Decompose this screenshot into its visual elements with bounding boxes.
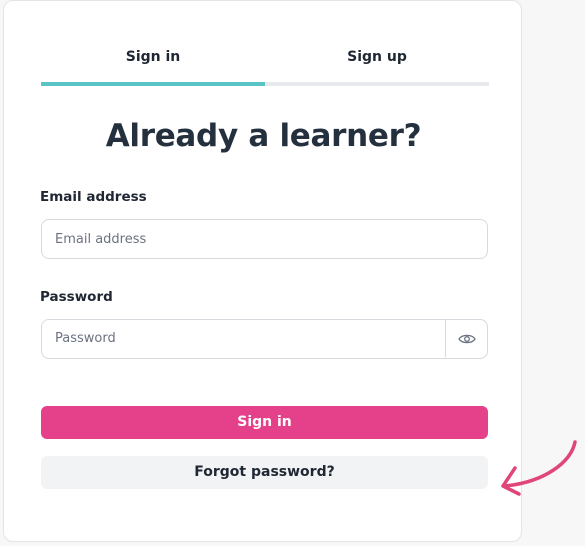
sign-in-card: Sign in Sign up Already a learner? Email…	[3, 0, 522, 542]
email-field[interactable]	[41, 219, 488, 259]
forgot-password-button[interactable]: Forgot password?	[41, 456, 488, 489]
password-field-group	[41, 319, 488, 359]
eye-icon	[457, 334, 476, 343]
password-field[interactable]	[42, 320, 445, 357]
active-tab-indicator	[41, 82, 265, 86]
password-label: Password	[40, 289, 113, 305]
curved-arrow-icon	[501, 440, 577, 496]
toggle-password-visibility-button[interactable]	[445, 320, 487, 357]
tab-sign-in[interactable]: Sign in	[41, 49, 265, 65]
page-title: Already a learner?	[105, 118, 422, 154]
email-label: Email address	[40, 189, 147, 205]
auth-tabs: Sign in Sign up	[41, 1, 489, 87]
tab-sign-up[interactable]: Sign up	[265, 49, 489, 65]
sign-in-button[interactable]: Sign in	[41, 406, 488, 439]
